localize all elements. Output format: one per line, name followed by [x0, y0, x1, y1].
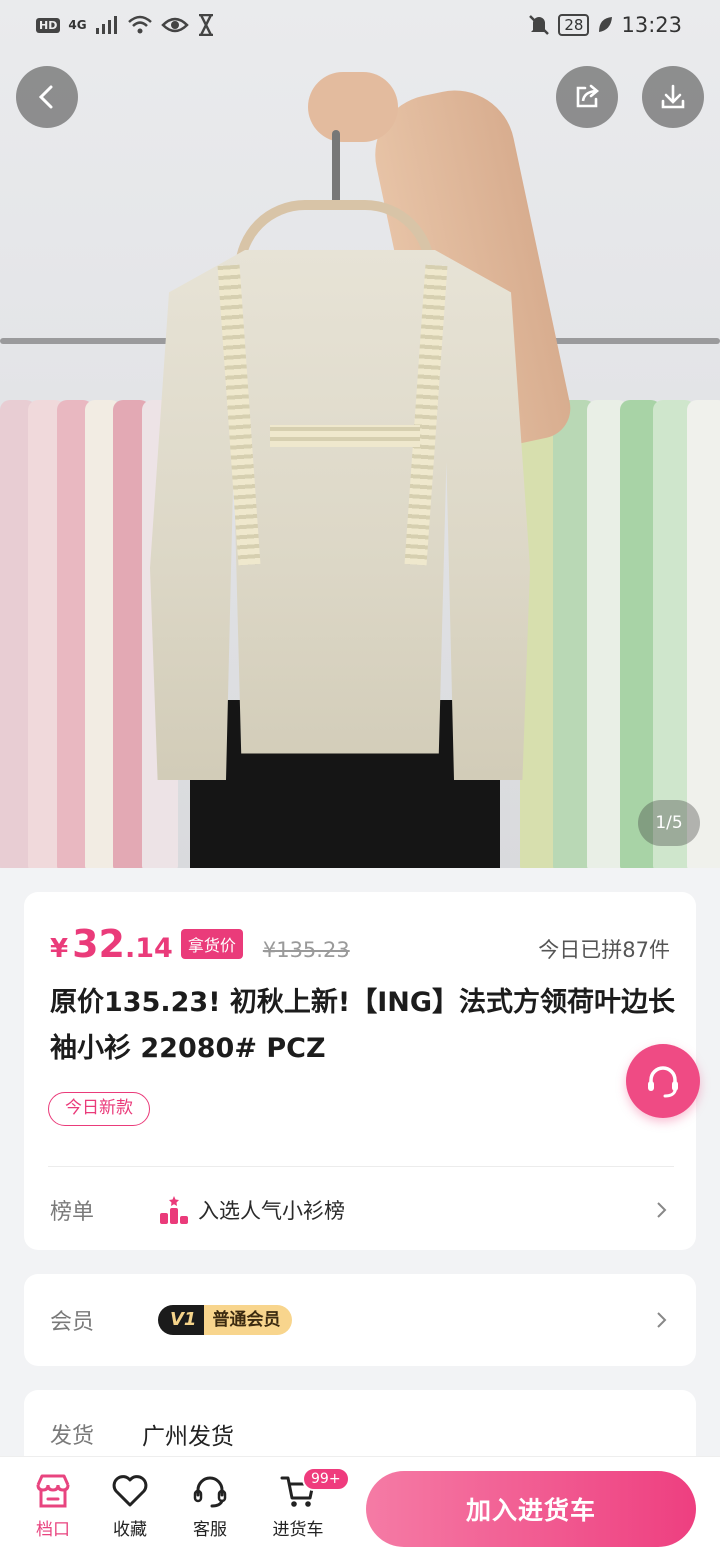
product-info-card: ¥ 32 .14 拿货价 ¥135.23 今日已拼87件 原价135.23! 初…: [24, 892, 696, 1250]
battery-level: 28: [558, 14, 590, 36]
wholesale-price-tag: 拿货价: [180, 929, 243, 959]
signal-icon: [95, 16, 117, 34]
mute-bell-icon: [529, 15, 550, 35]
new-arrival-badge: 今日新款: [48, 1092, 150, 1126]
product-title: 原价135.23! 初秋上新!【ING】法式方领荷叶边长袖小衫 22080# P…: [50, 987, 676, 1064]
nav-store[interactable]: 档口: [13, 1471, 93, 1540]
nav-service[interactable]: 客服: [170, 1471, 250, 1540]
status-bar: HD 4G 28 13:23: [0, 0, 720, 50]
original-price: ¥135.23: [262, 938, 350, 962]
blouse-product: [150, 250, 530, 780]
back-button[interactable]: [16, 66, 78, 128]
divider: [48, 1166, 674, 1167]
wifi-icon: [127, 15, 152, 34]
vip-level-name: 普通会员: [204, 1305, 293, 1335]
network-type: 4G: [68, 18, 87, 32]
price-integer: 32: [72, 922, 125, 966]
product-image-gallery[interactable]: 1/5: [0, 0, 720, 868]
nav-cart[interactable]: 99+ 进货车: [258, 1467, 350, 1540]
chevron-right-icon: [657, 1202, 667, 1218]
share-icon: [576, 84, 600, 108]
model-hand: [308, 72, 398, 142]
membership-card[interactable]: 会员 V1 普通会员: [24, 1274, 696, 1366]
chevron-left-icon: [38, 85, 53, 109]
nav-favorite-label: 收藏: [113, 1520, 147, 1540]
eye-icon: [160, 17, 189, 33]
hourglass-icon: [198, 14, 213, 36]
vip-level-badge: V1 普通会员: [158, 1305, 293, 1335]
headset-icon: [648, 1066, 678, 1098]
lace-trim-neck: [270, 425, 420, 447]
add-to-cart-button[interactable]: 加入进货车: [366, 1471, 696, 1547]
rack-clothes-left: [0, 400, 178, 868]
clock: 13:23: [621, 13, 682, 37]
nav-favorite[interactable]: 收藏: [90, 1471, 170, 1540]
membership-row[interactable]: 会员 V1 普通会员: [50, 1300, 670, 1340]
bottom-action-bar: 档口 收藏 客服 99+ 进货车 加入进货车: [0, 1456, 720, 1560]
share-button[interactable]: [556, 66, 618, 128]
download-icon: [661, 84, 685, 109]
leaf-icon: [599, 17, 613, 32]
chevron-right-icon: [657, 1312, 667, 1328]
price-decimal: .14: [124, 933, 173, 964]
cart-count-badge: 99+: [302, 1467, 350, 1491]
membership-label: 会员: [50, 1310, 95, 1335]
nav-service-label: 客服: [193, 1520, 227, 1540]
nav-store-label: 档口: [36, 1520, 70, 1540]
sold-today-count: 今日已拼87件: [538, 938, 670, 962]
shipping-label: 发货: [50, 1424, 95, 1449]
rack-clothes-right: [520, 400, 720, 868]
shipping-row: 发货 广州发货: [50, 1414, 670, 1454]
heart-icon: [112, 1475, 148, 1507]
ranking-label: 榜单: [50, 1200, 95, 1225]
ranking-podium-icon: [160, 1196, 188, 1224]
store-icon: [36, 1474, 70, 1508]
download-button[interactable]: [642, 66, 704, 128]
ranking-text: 入选人气小衫榜: [198, 1199, 345, 1223]
clothes-rack-rail-right: [540, 338, 720, 344]
hanger-hook: [332, 130, 340, 210]
nav-cart-label: 进货车: [272, 1520, 324, 1540]
currency-symbol: ¥: [50, 934, 69, 964]
ranking-row[interactable]: 榜单 入选人气小衫榜: [50, 1190, 670, 1230]
price-row: ¥ 32 .14 拿货价 ¥135.23 今日已拼87件: [50, 922, 670, 970]
hd-indicator: HD: [36, 17, 61, 33]
headset-icon: [193, 1476, 227, 1508]
floating-customer-service-button[interactable]: [626, 1044, 700, 1118]
vip-level: V1: [158, 1305, 205, 1335]
image-page-indicator: 1/5: [638, 800, 700, 846]
clothes-rack-rail-left: [0, 338, 170, 344]
shipping-origin: 广州发货: [142, 1424, 234, 1450]
